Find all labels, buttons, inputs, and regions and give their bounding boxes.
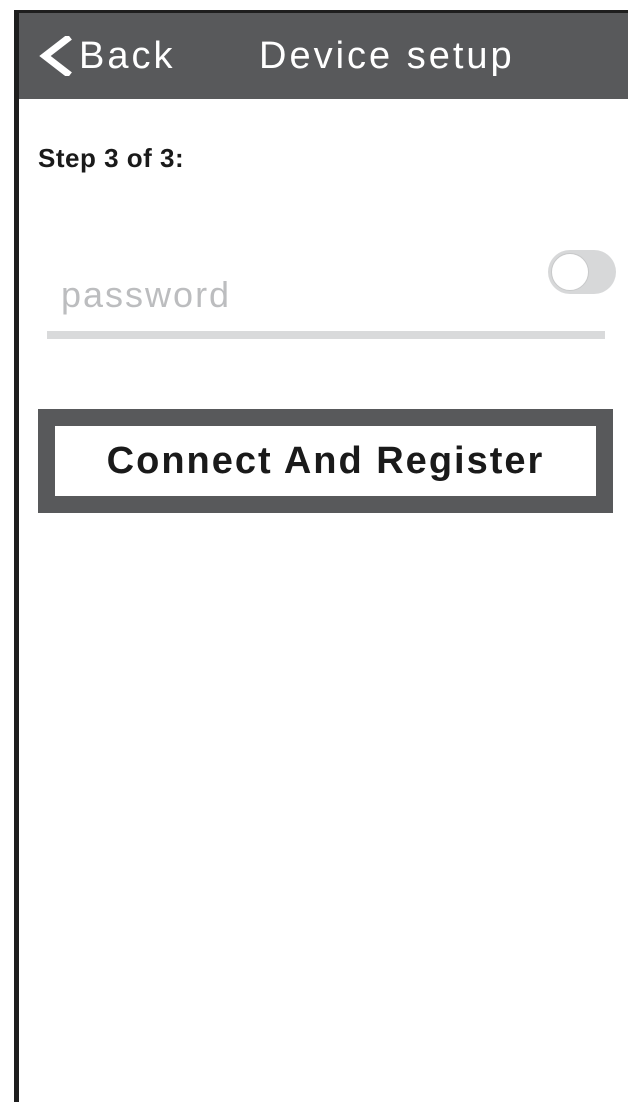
step-indicator: Step 3 of 3: xyxy=(38,143,185,173)
password-underline xyxy=(47,331,605,339)
password-visibility-toggle[interactable] xyxy=(548,250,616,294)
app-screen: Back Device setup Step 3 of 3: Connect A… xyxy=(14,10,628,1102)
page-title: Device setup xyxy=(259,35,515,77)
toggle-knob xyxy=(551,253,589,291)
back-label: Back xyxy=(79,35,176,77)
chevron-left-icon xyxy=(37,34,73,78)
back-button[interactable]: Back xyxy=(37,25,175,87)
connect-button-frame: Connect And Register xyxy=(38,409,613,513)
connect-and-register-button[interactable]: Connect And Register xyxy=(55,426,596,496)
header-bar: Back Device setup xyxy=(19,13,628,99)
password-input[interactable] xyxy=(47,271,567,319)
